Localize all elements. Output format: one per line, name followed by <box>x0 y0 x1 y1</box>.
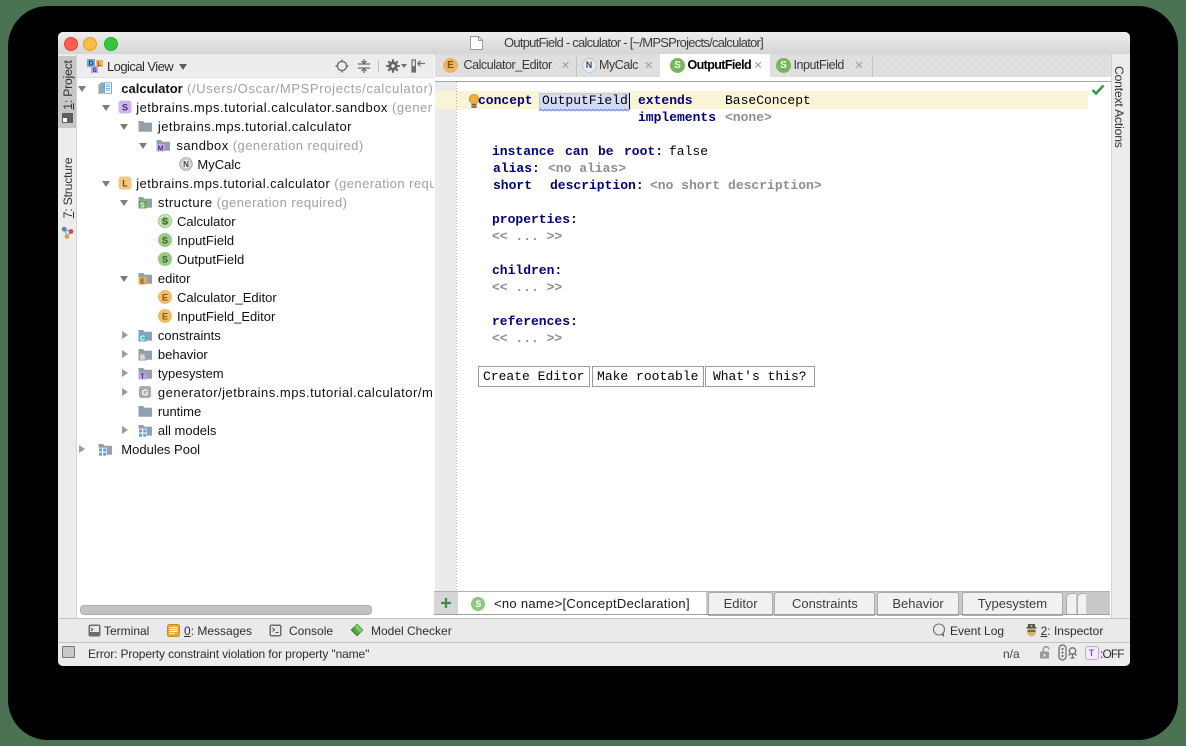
svg-text:L: L <box>98 61 102 68</box>
svg-text:S: S <box>92 67 97 73</box>
svg-text:S: S <box>162 217 168 227</box>
svg-text:S: S <box>140 202 145 209</box>
svg-text:M: M <box>157 145 163 152</box>
svg-text:S: S <box>162 236 168 246</box>
svg-text:B: B <box>140 354 145 361</box>
svg-text:N: N <box>183 160 189 169</box>
svg-text:E: E <box>140 278 145 285</box>
svg-text:C: C <box>140 335 145 342</box>
svg-text:L: L <box>122 179 128 189</box>
svg-text:G: G <box>142 388 149 398</box>
svg-text:E: E <box>162 293 168 303</box>
svg-text:E: E <box>162 312 168 322</box>
svg-text:S: S <box>122 103 128 113</box>
svg-text:S: S <box>162 255 168 265</box>
svg-text:T: T <box>140 373 145 380</box>
